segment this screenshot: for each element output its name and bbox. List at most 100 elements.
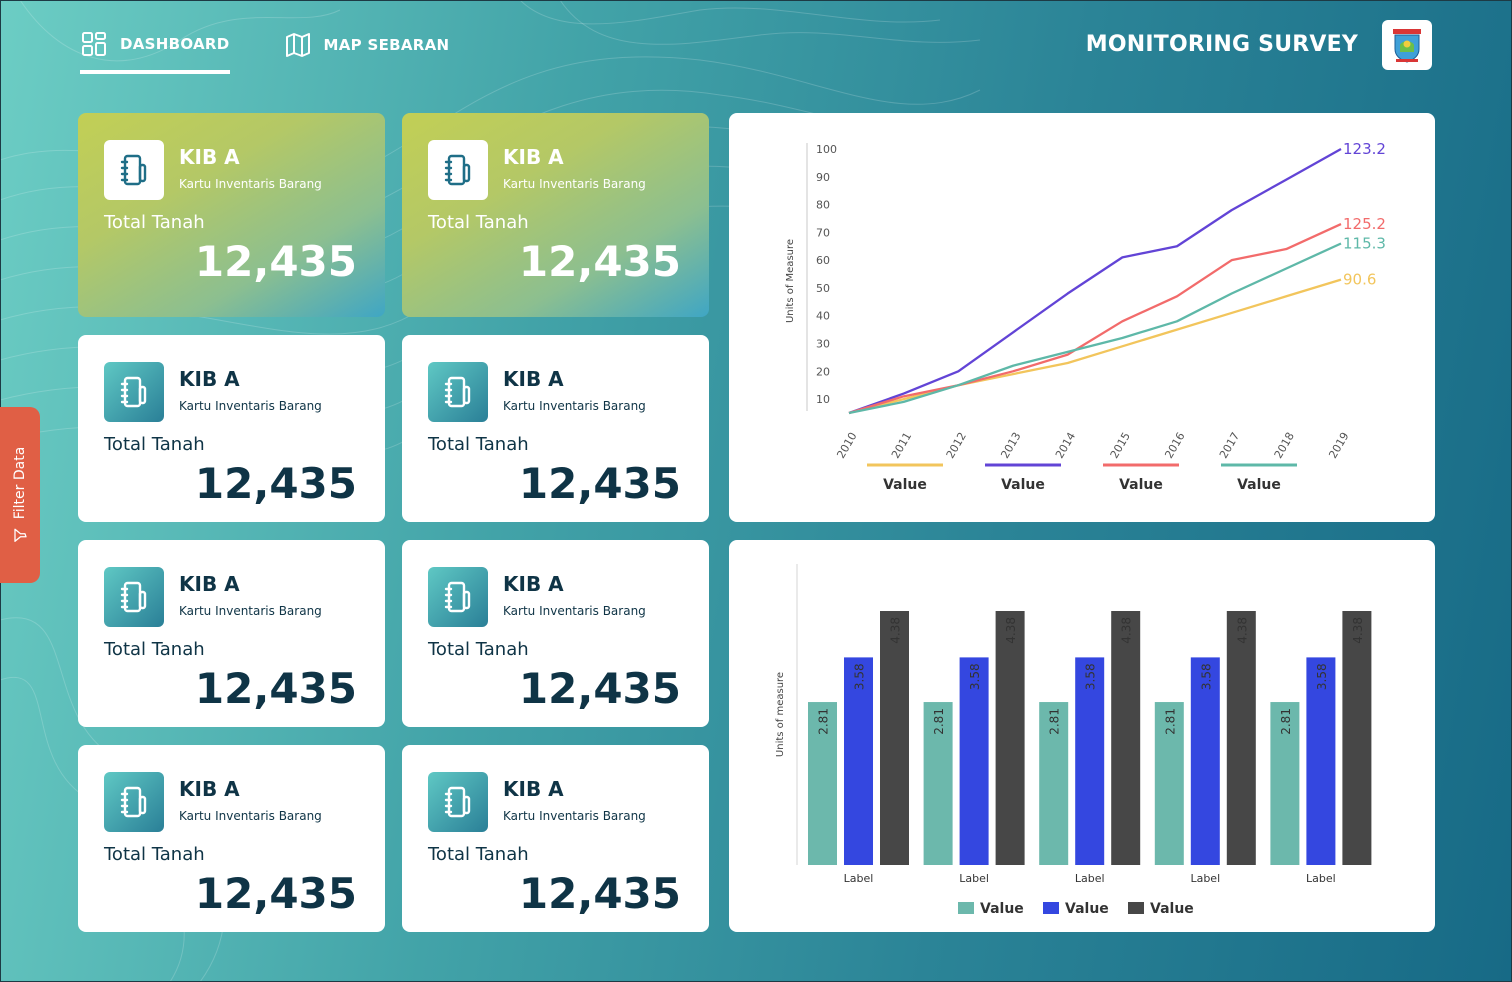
kib-card[interactable]: KIB A Kartu Inventaris Barang Total Tana…	[402, 113, 709, 317]
y-tick-label: 50	[816, 282, 830, 295]
card-metric-label: Total Tanah	[104, 212, 205, 233]
card-title: KIB A	[503, 777, 564, 801]
card-title: KIB A	[503, 367, 564, 391]
legend-label: Value	[1150, 901, 1194, 917]
category-label: Label	[959, 872, 989, 885]
series-end-label: 123.2	[1343, 140, 1386, 158]
bar-value-label: 4.38	[1004, 617, 1018, 644]
legend-label: Value	[1119, 477, 1163, 493]
notebook-icon	[428, 140, 488, 200]
filter-data-tab[interactable]: Filter Data	[0, 407, 40, 583]
filter-data-label: Filter Data	[12, 446, 28, 520]
card-subtitle: Kartu Inventaris Barang	[503, 604, 646, 618]
bar-value-label: 4.38	[1235, 617, 1249, 644]
y-tick-label: 70	[816, 226, 830, 239]
nav-tab-dashboard[interactable]: DASHBOARD	[80, 30, 230, 74]
y-tick-label: 80	[816, 199, 830, 212]
kib-card[interactable]: KIB A Kartu Inventaris Barang Total Tana…	[78, 335, 385, 522]
category-label: Label	[1306, 872, 1336, 885]
legend-label: Value	[1001, 477, 1045, 493]
kib-card[interactable]: KIB A Kartu Inventaris Barang Total Tana…	[402, 745, 709, 932]
legend-label: Value	[1065, 901, 1109, 917]
notebook-icon	[428, 567, 488, 627]
x-tick-label: 2017	[1217, 430, 1242, 461]
nav-tab-label: MAP SEBARAN	[323, 36, 450, 54]
line-chart-panel: 10 20 30 40 50 60 70 80 90 100 Units of Measure 201…	[729, 113, 1435, 522]
card-metric-value: 12,435	[518, 459, 681, 508]
card-title: KIB A	[503, 145, 564, 169]
notebook-icon	[428, 362, 488, 422]
card-subtitle: Kartu Inventaris Barang	[503, 809, 646, 823]
bar-value-label: 2.81	[1279, 708, 1293, 735]
bar	[1226, 611, 1256, 865]
card-metric-label: Total Tanah	[428, 434, 529, 455]
card-subtitle: Kartu Inventaris Barang	[179, 809, 322, 823]
bar-value-label: 2.81	[1163, 708, 1177, 735]
notebook-icon	[104, 772, 164, 832]
map-icon	[285, 33, 310, 57]
category-label: Label	[844, 872, 874, 885]
x-tick-label: 2011	[889, 430, 914, 461]
bar	[880, 611, 909, 865]
app-title: MONITORING SURVEY	[1085, 32, 1358, 57]
bar-value-label: 3.58	[968, 663, 982, 690]
notebook-icon	[104, 140, 164, 200]
card-metric-value: 12,435	[518, 664, 681, 713]
category-label: Label	[1190, 872, 1220, 885]
nav-tab-map-sebaran[interactable]: MAP SEBARAN	[284, 30, 450, 60]
card-subtitle: Kartu Inventaris Barang	[179, 177, 322, 191]
kib-card[interactable]: KIB A Kartu Inventaris Barang Total Tana…	[78, 113, 385, 317]
bar-value-label: 2.81	[817, 708, 831, 735]
x-tick-label: 2013	[998, 430, 1023, 461]
kib-card[interactable]: KIB A Kartu Inventaris Barang Total Tana…	[402, 540, 709, 727]
card-metric-label: Total Tanah	[428, 212, 529, 233]
y-tick-label: 30	[816, 338, 830, 351]
x-tick-label: 2015	[1108, 430, 1133, 461]
card-metric-value: 12,435	[194, 459, 357, 508]
card-title: KIB A	[179, 367, 240, 391]
card-subtitle: Kartu Inventaris Barang	[179, 604, 322, 618]
bar-value-label: 2.81	[932, 708, 946, 735]
notebook-icon	[104, 567, 164, 627]
card-subtitle: Kartu Inventaris Barang	[179, 399, 322, 413]
top-navigation: DASHBOARD MAP SEBARAN	[80, 30, 449, 78]
filter-icon	[14, 528, 27, 542]
series-end-label: 125.2	[1343, 215, 1386, 233]
bar-value-label: 4.38	[889, 617, 903, 644]
card-title: KIB A	[503, 572, 564, 596]
bar-value-label: 4.38	[1120, 617, 1134, 644]
legend-label: Value	[1237, 477, 1281, 493]
bar	[995, 611, 1025, 865]
bar-chart-panel: Units of measure 2.81 3.58 4.38 Label 2.81 3.5…	[729, 540, 1435, 932]
legend-label: Value	[883, 477, 927, 493]
card-subtitle: Kartu Inventaris Barang	[503, 399, 646, 413]
bar-value-label: 3.58	[1315, 663, 1329, 690]
x-tick-label: 2012	[944, 430, 969, 461]
line-chart: 10 20 30 40 50 60 70 80 90 100 Units of Measure 201…	[785, 140, 1386, 493]
bar	[1342, 611, 1372, 865]
bar-chart: Units of measure 2.81 3.58 4.38 Label 2.81 3.5…	[775, 564, 1372, 917]
series-end-label: 90.6	[1343, 271, 1376, 289]
kib-card[interactable]: KIB A Kartu Inventaris Barang Total Tana…	[78, 540, 385, 727]
dashboard-grid-icon	[82, 32, 106, 56]
kib-card[interactable]: KIB A Kartu Inventaris Barang Total Tana…	[402, 335, 709, 522]
bar-value-label: 3.58	[853, 663, 867, 690]
x-tick-label: 2018	[1272, 430, 1297, 461]
bar-value-label: 4.38	[1351, 617, 1365, 644]
x-tick-label: 2010	[834, 430, 859, 461]
legend-swatch	[1043, 902, 1059, 914]
kib-card[interactable]: KIB A Kartu Inventaris Barang Total Tana…	[78, 745, 385, 932]
card-metric-label: Total Tanah	[104, 639, 205, 660]
card-metric-label: Total Tanah	[428, 844, 529, 865]
x-tick-label: 2016	[1162, 430, 1187, 461]
card-metric-label: Total Tanah	[104, 434, 205, 455]
bar-value-label: 2.81	[1048, 708, 1062, 735]
legend-label: Value	[980, 901, 1024, 917]
card-metric-label: Total Tanah	[104, 844, 205, 865]
regional-emblem-logo	[1382, 20, 1432, 70]
y-tick-label: 40	[816, 310, 830, 323]
card-title: KIB A	[179, 572, 240, 596]
bar	[1111, 611, 1141, 865]
card-metric-value: 12,435	[194, 869, 357, 918]
y-tick-label: 60	[816, 254, 830, 267]
